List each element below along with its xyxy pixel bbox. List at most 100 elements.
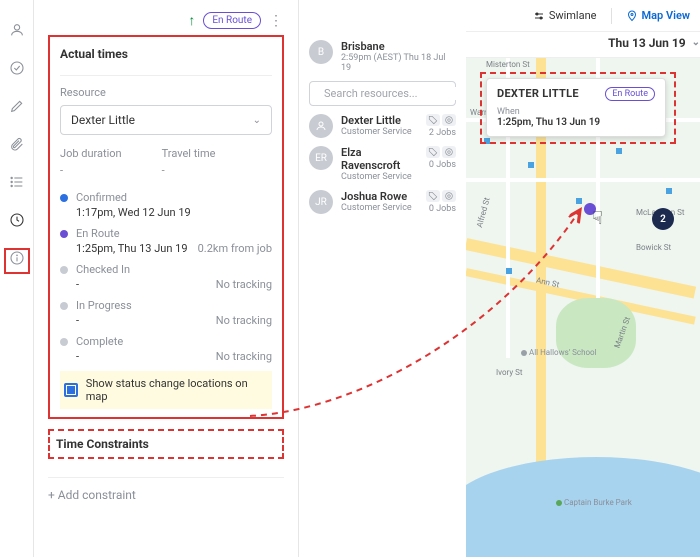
- show-status-label: Show status change locations on map: [86, 377, 268, 403]
- transit-stop-icon: [666, 188, 672, 194]
- tag-icon: [426, 146, 440, 158]
- avatar: [309, 114, 333, 138]
- status-timeline: Confirmed 1:17pm, Wed 12 Jun 19 En Route…: [60, 189, 272, 365]
- map-pin-icon: [626, 10, 638, 22]
- timeline-dot-icon: [60, 302, 68, 310]
- resource-name: Elza Ravenscroft: [341, 146, 418, 172]
- infowin-status-badge: En Route: [605, 87, 655, 101]
- locate-icon[interactable]: [442, 146, 456, 158]
- swimlane-icon: [533, 10, 545, 22]
- timeline-time: -: [76, 314, 79, 327]
- resource-name: Dexter Little: [341, 114, 418, 127]
- upload-arrow-icon[interactable]: ↑: [188, 12, 195, 29]
- infowin-name: DEXTER LITTLE: [497, 87, 579, 100]
- timeline-right: No tracking: [216, 278, 272, 291]
- timeline-dot-icon: [60, 266, 68, 274]
- map-label: Misterton St: [486, 60, 530, 69]
- resource-row[interactable]: Dexter Little Customer Service 2 Jobs: [309, 114, 456, 138]
- show-status-checkbox[interactable]: [64, 383, 78, 397]
- avatar: ER: [309, 146, 333, 170]
- timeline-dot-icon: [60, 194, 68, 202]
- panel-title: Actual times: [60, 47, 272, 61]
- map-label: Bowick St: [636, 243, 671, 252]
- infowin-when-value: 1:25pm, Thu 13 Jun 19: [497, 117, 655, 128]
- resource-select[interactable]: Dexter Little ⌄: [60, 105, 272, 135]
- tag-icon: [426, 190, 440, 202]
- avatar: JR: [309, 190, 333, 214]
- timeline-row: En Route 1:25pm, Thu 13 Jun 19 0.2km fro…: [60, 225, 272, 257]
- timeline-time: -: [76, 278, 79, 291]
- timeline-status: Complete: [76, 335, 272, 348]
- region-time: 2:59pm (AEST) Thu 18 Jul 19: [341, 53, 456, 73]
- divider: [611, 8, 612, 24]
- transit-stop-icon: [616, 148, 622, 154]
- timeline-right: No tracking: [216, 350, 272, 363]
- timeline-row: Complete - No tracking: [60, 333, 272, 365]
- map-view-toggle[interactable]: Map View: [626, 9, 691, 22]
- locate-icon[interactable]: [442, 114, 456, 126]
- attachment-icon[interactable]: [9, 136, 25, 152]
- date-strip: Thu 13 Jun 19 ⌄: [466, 32, 700, 58]
- search-field[interactable]: [324, 87, 464, 100]
- map-area[interactable]: Swimlane Map View Thu 13 Jun 19 ⌄: [466, 0, 700, 557]
- date-display: Thu 13 Jun 19: [608, 36, 686, 50]
- transit-stop-icon: [484, 138, 490, 144]
- chevron-down-icon[interactable]: ⌄: [692, 37, 700, 48]
- details-panel: ↑ En Route ⋮ Actual times Resource Dexte…: [34, 0, 298, 557]
- transit-stop-icon: [506, 268, 512, 274]
- locate-icon[interactable]: [442, 190, 456, 202]
- resource-row[interactable]: ER Elza Ravenscroft Customer Service 0 J…: [309, 146, 456, 182]
- cursor-pointer-icon: ☟: [592, 208, 603, 229]
- timeline-row: In Progress - No tracking: [60, 297, 272, 329]
- map-view-label: Map View: [642, 9, 691, 22]
- time-constraints-highlight: Time Constraints: [48, 429, 284, 459]
- timeline-row: Confirmed 1:17pm, Wed 12 Jun 19: [60, 189, 272, 221]
- infowin-when-label: When: [497, 107, 655, 117]
- status-badge: En Route: [203, 12, 261, 29]
- time-constraints-header[interactable]: Time Constraints: [54, 433, 278, 455]
- timeline-time: 1:25pm, Thu 13 Jun 19: [76, 242, 188, 255]
- info-icon[interactable]: [9, 250, 25, 266]
- user-icon[interactable]: [9, 22, 25, 38]
- resource-role: Customer Service: [341, 172, 418, 182]
- jobs-count: 0 Jobs: [429, 160, 456, 170]
- timeline-time: -: [76, 350, 79, 363]
- resources-column: B Brisbane 2:59pm (AEST) Thu 18 Jul 19 D…: [298, 0, 466, 557]
- region-name: Brisbane: [341, 40, 456, 53]
- avatar: B: [309, 40, 333, 64]
- tag-icon: [426, 114, 440, 126]
- map-label: Alfred St: [475, 197, 492, 229]
- resource-role: Customer Service: [341, 127, 418, 137]
- timeline-status: Checked In: [76, 263, 272, 276]
- search-resources-input[interactable]: [309, 81, 456, 106]
- edit-icon[interactable]: [9, 98, 25, 114]
- timeline-time: 1:17pm, Wed 12 Jun 19: [76, 206, 191, 219]
- transit-stop-icon: [528, 162, 534, 168]
- list-icon[interactable]: [9, 174, 25, 190]
- add-constraint-button[interactable]: + Add constraint: [48, 488, 284, 502]
- resource-row[interactable]: JR Joshua Rowe Customer Service 0 Jobs: [309, 190, 456, 214]
- resource-value: Dexter Little: [71, 113, 135, 127]
- actual-times-panel: Actual times Resource Dexter Little ⌄ Jo…: [48, 35, 284, 419]
- swimlane-toggle[interactable]: Swimlane: [533, 9, 597, 22]
- jobs-count: 0 Jobs: [429, 204, 456, 214]
- timeline-dot-icon: [60, 230, 68, 238]
- travel-time-label: Travel time: [162, 147, 216, 160]
- divider: [48, 477, 284, 478]
- region-row[interactable]: B Brisbane 2:59pm (AEST) Thu 18 Jul 19: [309, 40, 456, 73]
- swimlane-label: Swimlane: [549, 9, 597, 22]
- view-toggle-bar: Swimlane Map View: [466, 0, 700, 32]
- clock-icon[interactable]: [9, 212, 25, 228]
- divider: [60, 75, 272, 76]
- transit-stop-icon: [576, 198, 582, 204]
- cluster-badge[interactable]: 2: [652, 208, 674, 230]
- show-status-toggle-row[interactable]: Show status change locations on map: [60, 371, 272, 409]
- kebab-menu-icon[interactable]: ⋮: [269, 13, 284, 29]
- resource-label: Resource: [60, 86, 272, 99]
- jobs-count: 2 Jobs: [429, 128, 456, 138]
- timeline-row: Checked In - No tracking: [60, 261, 272, 293]
- resource-name: Joshua Rowe: [341, 190, 418, 203]
- job-duration-value: -: [60, 164, 122, 177]
- check-icon[interactable]: [9, 60, 25, 76]
- timeline-status: Confirmed: [76, 191, 272, 204]
